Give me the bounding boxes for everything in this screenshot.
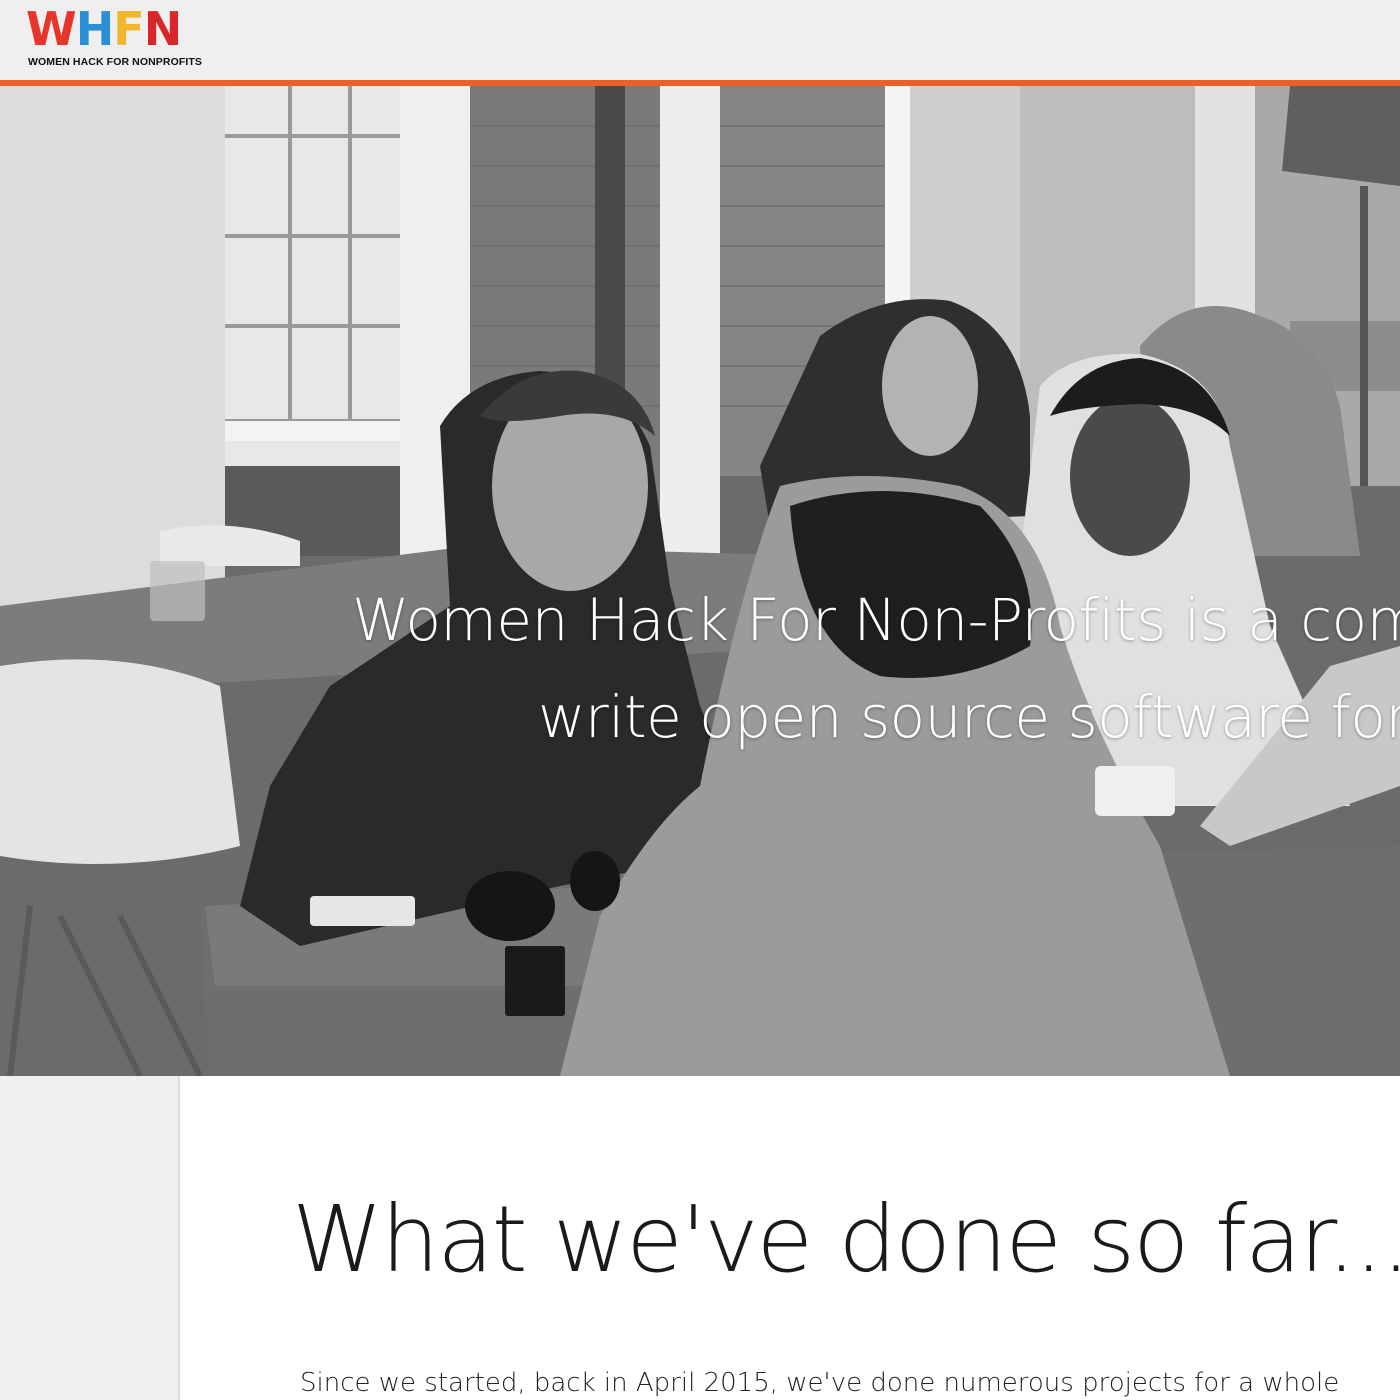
left-gutter bbox=[0, 1076, 180, 1400]
hero-photo bbox=[0, 86, 1400, 1076]
section-body: Since we started, back in April 2015, we… bbox=[300, 1368, 1340, 1398]
section-title: What we've done so far... bbox=[292, 1186, 1400, 1293]
whfn-logo-icon: WHFN bbox=[26, 2, 182, 56]
logo-tagline: WOMEN HACK FOR NONPROFITS bbox=[28, 56, 202, 68]
logo-link[interactable]: WHFN WOMEN HACK FOR NONPROFITS bbox=[26, 4, 210, 70]
site-header: WHFN WOMEN HACK FOR NONPROFITS bbox=[0, 0, 1400, 86]
main-content: What we've done so far... Since we start… bbox=[180, 1076, 1400, 1400]
hero-banner: Women Hack For Non-Profits is a com writ… bbox=[0, 86, 1400, 1076]
